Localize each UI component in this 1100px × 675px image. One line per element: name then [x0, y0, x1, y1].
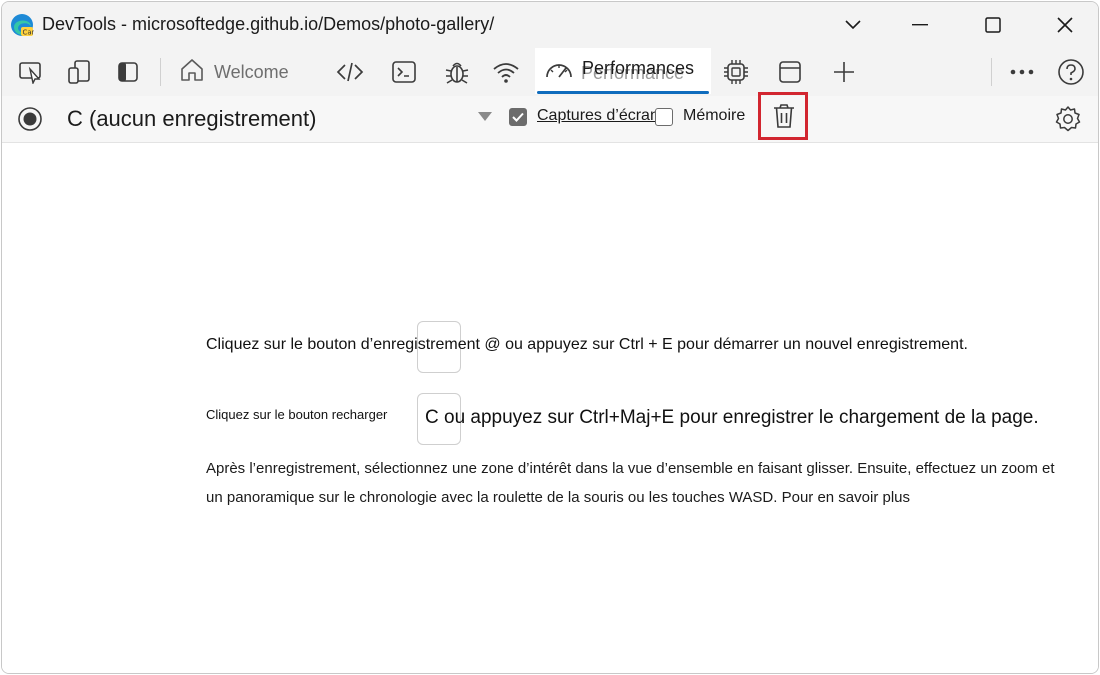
svg-text:Can: Can: [23, 29, 35, 37]
chevron-down-icon[interactable]: [840, 12, 866, 38]
record-instructions: Cliquez sur le bouton d’enregistrement @…: [206, 336, 968, 353]
tab-welcome[interactable]: Welcome: [178, 56, 289, 88]
add-tab-icon[interactable]: [830, 58, 858, 86]
screenshots-label[interactable]: Captures d’écran: [537, 107, 659, 125]
reload-instructions: C ou appuyez sur Ctrl+Maj+E pour enregis…: [425, 407, 1039, 428]
devtools-window: Can DevTools - microsoftedge.github.io/D…: [1, 1, 1099, 674]
performance-toolbar: C (aucun enregistrement) Captures d’écra…: [2, 92, 1098, 143]
record-button[interactable]: [17, 106, 43, 132]
gear-icon[interactable]: [1054, 105, 1082, 133]
tab-performance[interactable]: Performance Performances: [535, 48, 711, 94]
divider: [160, 58, 161, 86]
trash-icon[interactable]: [772, 103, 796, 129]
device-emulation-icon[interactable]: [65, 58, 93, 86]
performance-landing: Cliquez sur le bouton d’enregistrement @…: [2, 143, 1098, 673]
performance-gauge-icon: [544, 60, 574, 87]
sources-bug-icon[interactable]: [443, 58, 471, 86]
screenshots-checkbox[interactable]: [509, 108, 527, 126]
edge-canary-icon: Can: [10, 13, 36, 37]
title-bar: Can DevTools - microsoftedge.github.io/D…: [2, 2, 1098, 48]
tool-tab-bar: Welcome Performance Performances: [2, 48, 1098, 97]
reload-instructions-label: Cliquez sur le bouton recharger: [206, 407, 388, 422]
dropdown-arrow-icon[interactable]: [478, 112, 492, 121]
more-tools-icon[interactable]: [1008, 58, 1036, 86]
network-wifi-icon[interactable]: [492, 58, 520, 86]
active-tab-indicator: [537, 91, 709, 94]
tab-welcome-label: Welcome: [214, 61, 289, 82]
close-icon[interactable]: [1052, 12, 1078, 38]
memory-label[interactable]: Mémoire: [683, 107, 745, 125]
inspect-icon[interactable]: [17, 58, 45, 86]
memory-chip-icon[interactable]: [722, 58, 750, 86]
recording-select[interactable]: C (aucun enregistrement): [67, 106, 316, 132]
application-window-icon[interactable]: [776, 58, 804, 86]
minimize-icon[interactable]: [907, 12, 933, 38]
elements-code-icon[interactable]: [336, 58, 364, 86]
maximize-icon[interactable]: [980, 12, 1006, 38]
help-icon[interactable]: [1057, 58, 1085, 86]
window-title: DevTools - microsoftedge.github.io/Demos…: [42, 14, 495, 34]
after-recording-help: Après l’enregistrement, sélectionnez une…: [206, 460, 1055, 506]
dock-sidebar-icon[interactable]: [114, 58, 142, 86]
highlight-box: [758, 92, 808, 140]
divider: [991, 58, 992, 86]
home-icon: [178, 56, 206, 89]
memory-checkbox[interactable]: [655, 108, 673, 126]
console-icon[interactable]: [390, 58, 418, 86]
tab-performance-label: Performances: [582, 58, 695, 78]
